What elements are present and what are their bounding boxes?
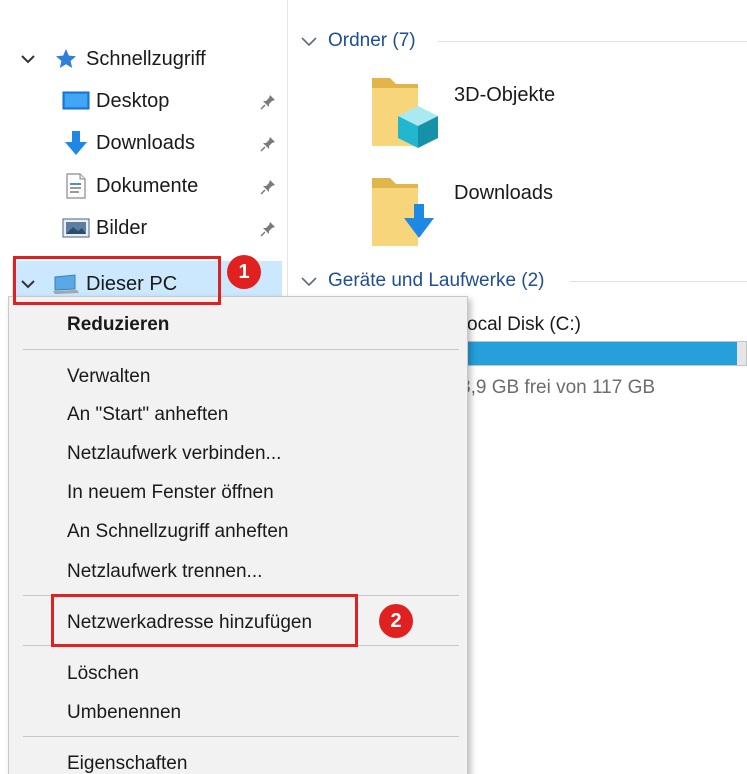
chevron-down-icon[interactable]: [300, 271, 320, 291]
nav-item-quick-access[interactable]: Schnellzugriff: [18, 41, 280, 77]
menu-item-open-new-window[interactable]: In neuem Fenster öffnen: [67, 476, 274, 510]
menu-separator: [23, 349, 459, 350]
callout-number-2: 2: [379, 604, 413, 638]
pin-icon[interactable]: [258, 177, 278, 197]
folder-label: Downloads: [454, 182, 553, 204]
menu-label: Netzlaufwerk verbinden...: [67, 443, 282, 464]
callout-box-add-network-location: [51, 594, 358, 647]
nav-item-desktop[interactable]: Desktop: [62, 83, 282, 119]
3d-objects-folder-icon: [368, 70, 440, 157]
nav-label-desktop: Desktop: [96, 89, 170, 112]
drive-usage-fill: [441, 342, 737, 365]
nav-item-pictures[interactable]: Bilder: [62, 210, 282, 246]
menu-item-map-network-drive[interactable]: Netzlaufwerk verbinden...: [67, 437, 281, 471]
folder-item-3d-objects[interactable]: 3D-Objekte: [368, 70, 598, 156]
group-header-devices-label: Geräte und Laufwerke (2): [328, 270, 545, 291]
pin-icon[interactable]: [258, 134, 278, 154]
menu-label: Verwalten: [67, 366, 151, 387]
pin-icon[interactable]: [258, 219, 278, 239]
pin-icon[interactable]: [258, 92, 278, 112]
group-header-folders[interactable]: Ordner (7): [300, 26, 416, 56]
drive-name: ocal Disk (C:): [467, 314, 582, 335]
menu-label: An Schnellzugriff anheften: [67, 521, 289, 542]
menu-label: Löschen: [67, 663, 139, 684]
group-header-devices[interactable]: Geräte und Laufwerke (2): [300, 266, 545, 296]
menu-label: In neuem Fenster öffnen: [67, 482, 274, 503]
menu-item-properties[interactable]: Eigenschaften: [67, 747, 187, 774]
nav-label-downloads: Downloads: [96, 131, 195, 154]
menu-item-manage[interactable]: Verwalten: [67, 360, 150, 394]
callout-number-1: 1: [227, 255, 261, 289]
downloads-folder-icon: [368, 170, 440, 257]
nav-label-documents: Dokumente: [96, 174, 199, 197]
nav-label-quick-access: Schnellzugriff: [86, 47, 206, 70]
callout-box-this-pc: [13, 256, 221, 305]
menu-label: Netzlaufwerk trennen...: [67, 561, 263, 582]
menu-item-rename[interactable]: Umbenennen: [67, 696, 181, 730]
download-arrow-icon: [62, 129, 90, 157]
pictures-icon: [62, 214, 90, 242]
drive-usage-bar: [440, 341, 747, 366]
folder-label: 3D-Objekte: [454, 84, 556, 106]
star-icon: [52, 45, 80, 73]
menu-label: Eigenschaften: [67, 753, 188, 774]
chevron-down-icon[interactable]: [300, 31, 320, 51]
menu-label: Umbenennen: [67, 702, 182, 723]
menu-item-collapse[interactable]: Reduzieren: [67, 308, 169, 342]
divider: [438, 41, 747, 42]
menu-item-pin-to-start[interactable]: An "Start" anheften: [67, 398, 228, 432]
group-header-folders-label: Ordner (7): [328, 30, 416, 51]
drive-free-space: 3,9 GB frei von 117 GB: [460, 377, 656, 398]
folder-item-downloads[interactable]: Downloads: [368, 170, 598, 256]
menu-item-disconnect-network-drive[interactable]: Netzlaufwerk trennen...: [67, 555, 262, 589]
drive-item-c[interactable]: ocal Disk (C:) 3,9 GB frei von 117 GB: [440, 310, 747, 400]
menu-separator: [23, 736, 459, 737]
menu-item-delete[interactable]: Löschen: [67, 657, 139, 691]
desktop-icon: [62, 87, 90, 115]
nav-item-downloads[interactable]: Downloads: [62, 125, 282, 161]
menu-label: An "Start" anheften: [67, 404, 229, 425]
divider: [570, 281, 747, 282]
menu-label: Reduzieren: [67, 314, 170, 335]
nav-label-pictures: Bilder: [96, 216, 148, 239]
document-icon: [62, 172, 90, 200]
menu-item-pin-quick-access[interactable]: An Schnellzugriff anheften: [67, 515, 288, 549]
nav-item-documents[interactable]: Dokumente: [62, 168, 282, 204]
context-menu: Reduzieren Verwalten An "Start" anheften…: [8, 296, 468, 774]
chevron-down-icon[interactable]: [18, 49, 38, 69]
